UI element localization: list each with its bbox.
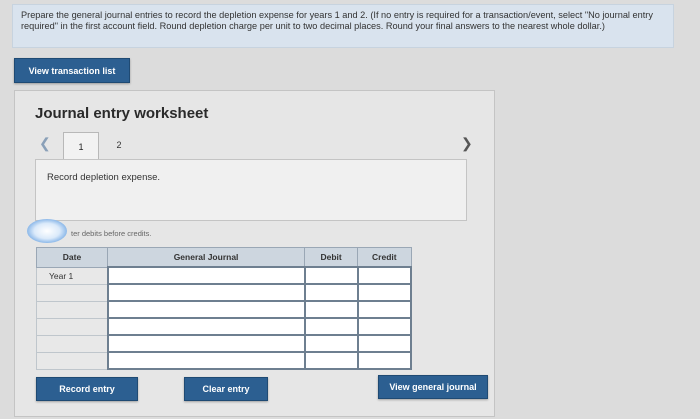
entry-note: ter debits before credits.: [71, 229, 152, 238]
date-header: Date: [35, 247, 109, 268]
debit-field[interactable]: [303, 266, 359, 285]
account-field[interactable]: [106, 283, 306, 302]
table-row: [35, 334, 413, 353]
credit-field[interactable]: [356, 351, 413, 370]
debit-field[interactable]: [303, 300, 359, 319]
credit-field[interactable]: [356, 317, 413, 336]
view-general-journal-button[interactable]: View general journal: [378, 375, 488, 399]
instructions-text: Prepare the general journal entries to r…: [12, 4, 674, 48]
debit-field[interactable]: [303, 317, 359, 336]
tab-1[interactable]: 1: [63, 132, 99, 160]
table-row: [35, 283, 413, 302]
view-transaction-list-button[interactable]: View transaction list: [14, 58, 130, 83]
chevron-left-icon[interactable]: ❮: [39, 135, 51, 152]
date-cell: [35, 317, 109, 336]
account-field[interactable]: [106, 317, 306, 336]
debit-field[interactable]: [303, 351, 359, 370]
clear-entry-button[interactable]: Clear entry: [184, 377, 268, 401]
general-journal-header: General Journal: [107, 247, 306, 268]
date-cell: [35, 283, 109, 302]
account-field[interactable]: [106, 266, 306, 285]
worksheet-title: Journal entry worksheet: [35, 105, 209, 122]
account-field[interactable]: [106, 351, 306, 370]
date-cell: [35, 300, 109, 319]
record-entry-button[interactable]: Record entry: [36, 377, 138, 401]
date-cell: Year 1: [35, 266, 109, 285]
journal-entry-worksheet: Journal entry worksheet ❮ 1 2 ❯ Record d…: [14, 90, 495, 417]
credit-field[interactable]: [356, 334, 413, 353]
date-cell: [35, 351, 109, 370]
table-row: [35, 317, 413, 336]
account-field[interactable]: [106, 300, 306, 319]
journal-table: Date General Journal Debit Credit Year 1: [35, 247, 413, 370]
debit-field[interactable]: [303, 334, 359, 353]
date-cell: [35, 334, 109, 353]
table-row: [35, 351, 413, 370]
account-field[interactable]: [106, 334, 306, 353]
tab-2[interactable]: 2: [107, 132, 131, 158]
chevron-right-icon[interactable]: ❯: [461, 135, 473, 152]
credit-field[interactable]: [356, 300, 413, 319]
table-row: Year 1: [35, 266, 413, 285]
credit-field[interactable]: [356, 283, 413, 302]
tab-content-box: Record depletion expense.: [35, 159, 467, 221]
worksheet-prompt: Record depletion expense.: [47, 172, 161, 183]
credit-header: Credit: [357, 247, 412, 268]
debit-header: Debit: [304, 247, 359, 268]
table-row: [35, 300, 413, 319]
glare-spot: [27, 219, 67, 243]
credit-field[interactable]: [356, 266, 413, 285]
debit-field[interactable]: [303, 283, 359, 302]
